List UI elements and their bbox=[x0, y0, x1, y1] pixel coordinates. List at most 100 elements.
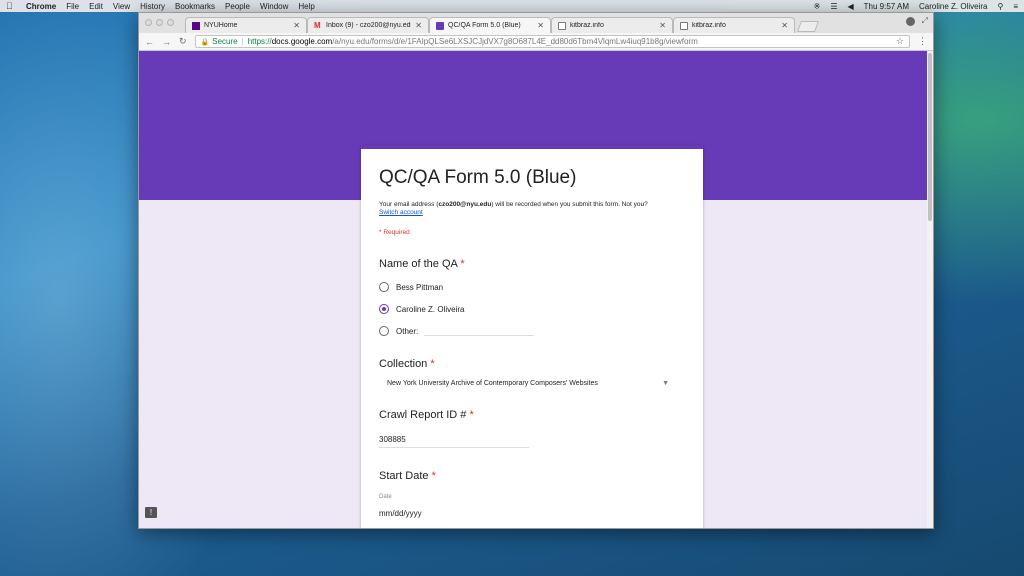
form-title: QC/QA Form 5.0 (Blue) bbox=[379, 167, 577, 188]
menu-people[interactable]: People bbox=[225, 2, 250, 11]
switch-account-link[interactable]: Switch account bbox=[379, 209, 423, 216]
question-title-text: Name of the QA bbox=[379, 258, 458, 270]
tab-kitbraz-1[interactable]: kitbraz.info ✕ bbox=[551, 17, 673, 33]
tab-label: NYUHome bbox=[204, 22, 238, 29]
notice-email: czo200@nyu.edu bbox=[438, 201, 492, 208]
menu-history[interactable]: History bbox=[140, 2, 165, 11]
nyu-icon bbox=[192, 21, 200, 30]
browser-toolbar: ← → ↻ 🔒 Secure | https:// docs.google.co… bbox=[139, 33, 933, 51]
url-host: docs.google.com bbox=[271, 37, 333, 46]
question-title-text: Crawl Report ID # bbox=[379, 409, 467, 421]
menu-edit[interactable]: Edit bbox=[89, 2, 103, 11]
close-tab-icon[interactable]: ✕ bbox=[659, 21, 666, 30]
question-collection: Collection * New York University Archive… bbox=[379, 358, 685, 387]
menubar-user[interactable]: Caroline Z. Oliveira bbox=[919, 2, 987, 11]
tab-label: kitbraz.info bbox=[570, 22, 604, 29]
page-scrollbar[interactable] bbox=[927, 51, 933, 528]
reload-icon[interactable]: ↻ bbox=[179, 36, 187, 47]
menu-view[interactable]: View bbox=[113, 2, 130, 11]
radio-button-selected[interactable] bbox=[379, 304, 389, 314]
date-sublabel: Date bbox=[379, 494, 392, 500]
close-tab-icon[interactable]: ✕ bbox=[781, 21, 788, 30]
required-note: * Required bbox=[379, 229, 410, 236]
menu-app-name[interactable]: Chrome bbox=[26, 2, 56, 11]
bluetooth-icon[interactable]: ※ bbox=[814, 2, 821, 11]
start-date-input[interactable]: mm/dd/yyyy bbox=[379, 509, 685, 518]
form-card: QC/QA Form 5.0 (Blue) Your email address… bbox=[361, 145, 703, 528]
report-feedback-icon[interactable]: ! bbox=[145, 507, 157, 518]
fullscreen-icon[interactable]: ⤢ bbox=[922, 16, 928, 26]
radio-button[interactable] bbox=[379, 282, 389, 292]
bookmark-star-icon[interactable]: ☆ bbox=[896, 36, 904, 47]
volume-icon[interactable]: ◀ bbox=[847, 2, 853, 11]
window-controls bbox=[145, 19, 178, 26]
notice-prefix: Your email address ( bbox=[379, 201, 439, 208]
notice-suffix: ) will be recorded when you submit this … bbox=[491, 201, 648, 208]
collection-dropdown[interactable]: New York University Archive of Contempor… bbox=[379, 380, 669, 387]
address-separator: | bbox=[241, 37, 244, 46]
tab-label: kitbraz.info bbox=[692, 22, 726, 29]
close-window-button[interactable] bbox=[145, 19, 152, 26]
tab-inbox[interactable]: M Inbox (9) - czo200@nyu.edu ✕ bbox=[307, 17, 429, 33]
radio-label: Caroline Z. Oliveira bbox=[396, 304, 465, 314]
tab-nyuhome[interactable]: NYUHome ✕ bbox=[185, 17, 307, 33]
close-tab-icon[interactable]: ✕ bbox=[415, 21, 422, 30]
email-notice: Your email address (czo200@nyu.edu) will… bbox=[379, 201, 685, 217]
close-tab-icon[interactable]: ✕ bbox=[293, 21, 300, 30]
search-icon[interactable]: ⚲ bbox=[997, 2, 1003, 11]
back-icon[interactable]: ← bbox=[145, 37, 154, 47]
required-asterisk: * bbox=[469, 409, 474, 421]
question-start-date: Start Date * Date mm/dd/yyyy bbox=[379, 470, 685, 518]
address-bar[interactable]: 🔒 Secure | https:// docs.google.com /a/n… bbox=[194, 35, 910, 48]
chrome-menu-icon[interactable]: ⋮ bbox=[918, 36, 927, 47]
required-asterisk: * bbox=[431, 470, 436, 482]
required-asterisk: * bbox=[460, 258, 465, 270]
notification-center-icon[interactable]: ≡ bbox=[1013, 2, 1018, 11]
forward-icon[interactable]: → bbox=[162, 37, 171, 47]
tab-label: QC/QA Form 5.0 (Blue) bbox=[448, 22, 521, 29]
url-path: /a/nyu.edu/forms/d/e/1FAIpQLSe6LXSJCJjdV… bbox=[332, 37, 698, 46]
url-scheme: https:// bbox=[247, 37, 272, 46]
tab-strip: NYUHome ✕ M Inbox (9) - czo200@nyu.edu ✕… bbox=[139, 13, 933, 33]
doc-icon bbox=[680, 21, 688, 30]
question-title-text: Collection bbox=[379, 358, 428, 370]
menu-window[interactable]: Window bbox=[260, 2, 288, 11]
radio-option-caroline-oliveira[interactable]: Caroline Z. Oliveira bbox=[379, 304, 685, 314]
radio-button[interactable] bbox=[379, 326, 389, 336]
question-crawl-report: Crawl Report ID # * 308885 bbox=[379, 409, 685, 448]
menu-bookmarks[interactable]: Bookmarks bbox=[175, 2, 215, 11]
doc-icon bbox=[558, 21, 566, 30]
lock-icon: 🔒 bbox=[200, 38, 210, 46]
crawl-report-input[interactable]: 308885 bbox=[379, 435, 529, 448]
forms-icon bbox=[436, 21, 444, 30]
radio-option-bess-pittman[interactable]: Bess Pittman bbox=[379, 282, 685, 292]
question-title-text: Start Date bbox=[379, 470, 429, 482]
radio-label: Other: bbox=[396, 326, 419, 336]
zoom-window-button[interactable] bbox=[167, 19, 174, 26]
minimize-window-button[interactable] bbox=[156, 19, 163, 26]
mac-menu-bar:  Chrome File Edit View History Bookmark… bbox=[0, 0, 1024, 12]
secure-label: Secure bbox=[212, 37, 238, 46]
tab-qcqa-form[interactable]: QC/QA Form 5.0 (Blue) ✕ bbox=[429, 17, 551, 33]
menu-file[interactable]: File bbox=[66, 2, 79, 11]
question-title: Name of the QA * bbox=[379, 258, 685, 270]
tab-kitbraz-2[interactable]: kitbraz.info ✕ bbox=[673, 17, 795, 33]
question-title: Start Date * bbox=[379, 470, 685, 482]
menubar-clock[interactable]: Thu 9:57 AM bbox=[864, 2, 909, 11]
browser-window: NYUHome ✕ M Inbox (9) - czo200@nyu.edu ✕… bbox=[138, 12, 934, 529]
dropdown-arrow-icon: ▼ bbox=[662, 380, 669, 387]
close-tab-icon[interactable]: ✕ bbox=[537, 21, 544, 30]
radio-option-other[interactable]: Other: bbox=[379, 326, 685, 336]
radio-label: Bess Pittman bbox=[396, 282, 444, 292]
menu-help[interactable]: Help bbox=[298, 2, 314, 11]
other-text-input[interactable] bbox=[424, 326, 535, 336]
wifi-icon[interactable]: ☰ bbox=[830, 2, 837, 11]
tab-label: Inbox (9) - czo200@nyu.edu bbox=[326, 22, 412, 29]
new-tab-button[interactable] bbox=[796, 21, 820, 32]
profile-icon[interactable] bbox=[906, 17, 915, 26]
question-title: Crawl Report ID # * bbox=[379, 409, 685, 421]
page-viewport: ! QC/QA Form 5.0 (Blue) Your email addre… bbox=[139, 51, 933, 528]
apple-icon[interactable]:  bbox=[6, 1, 16, 11]
gmail-icon: M bbox=[314, 20, 321, 30]
scrollbar-thumb[interactable] bbox=[928, 53, 932, 221]
